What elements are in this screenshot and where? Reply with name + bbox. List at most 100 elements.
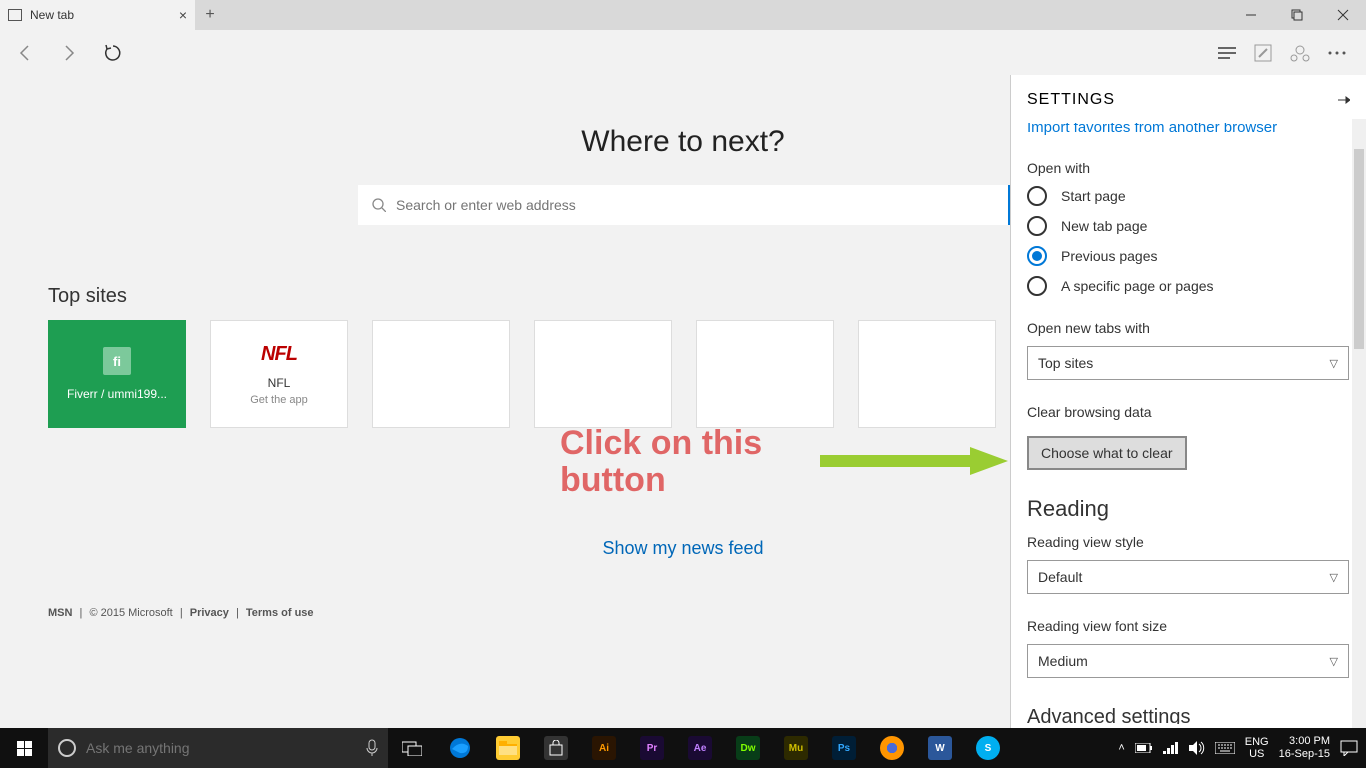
app-edge[interactable]	[436, 728, 484, 768]
open-tabs-label: Open new tabs with	[1027, 320, 1350, 336]
lang-code: ENG	[1245, 736, 1269, 748]
webnote-icon[interactable]	[1254, 44, 1272, 62]
start-button[interactable]	[0, 728, 48, 768]
page-icon	[8, 9, 22, 21]
system-tray: ˄ ENG US 3:00 PM 16-Sep-15	[1118, 735, 1366, 761]
share-icon[interactable]	[1290, 44, 1310, 62]
tab-close-icon[interactable]: ×	[179, 7, 187, 23]
terms-link[interactable]: Terms of use	[246, 607, 314, 619]
tutorial-annotation: Click on this button	[560, 425, 762, 500]
tile-empty[interactable]	[372, 320, 510, 428]
radio-previous-pages[interactable]: Previous pages	[1027, 246, 1350, 266]
taskbar-apps: Ai Pr Ae Dw Mu Ps W S	[388, 728, 1012, 768]
tray-keyboard-icon[interactable]	[1215, 742, 1235, 754]
reading-style-select[interactable]: Default ▽	[1027, 560, 1349, 594]
tile-empty[interactable]	[696, 320, 834, 428]
tile-empty[interactable]	[534, 320, 672, 428]
back-button[interactable]	[10, 38, 40, 68]
minimize-button[interactable]	[1228, 0, 1274, 30]
tile-empty[interactable]	[858, 320, 996, 428]
fiverr-icon: fi	[103, 347, 131, 375]
app-firefox[interactable]	[868, 728, 916, 768]
cortana-icon	[58, 739, 76, 757]
new-tab-button[interactable]: +	[195, 0, 225, 30]
app-skype[interactable]: S	[964, 728, 1012, 768]
app-explorer[interactable]	[484, 728, 532, 768]
select-value: Medium	[1038, 653, 1088, 669]
cortana-search[interactable]	[48, 728, 388, 768]
radio-icon	[1027, 246, 1047, 266]
radio-icon	[1027, 216, 1047, 236]
app-word[interactable]: W	[916, 728, 964, 768]
pin-icon[interactable]	[1336, 93, 1350, 107]
tile-label: Fiverr / ummi199...	[67, 387, 167, 401]
msn-link[interactable]: MSN	[48, 607, 72, 619]
maximize-button[interactable]	[1274, 0, 1320, 30]
tutorial-arrow-icon	[820, 447, 1010, 487]
nfl-icon: NFL	[261, 343, 297, 366]
close-window-button[interactable]	[1320, 0, 1366, 30]
radio-label: Previous pages	[1061, 248, 1158, 264]
address-search-bar[interactable]	[358, 185, 1008, 225]
app-muse[interactable]: Mu	[772, 728, 820, 768]
open-tabs-select[interactable]: Top sites ▽	[1027, 346, 1349, 380]
reading-style-label: Reading view style	[1027, 534, 1350, 550]
browser-toolbar	[0, 30, 1366, 75]
lang-region: US	[1245, 748, 1269, 760]
task-view-button[interactable]	[388, 728, 436, 768]
app-photoshop[interactable]: Ps	[820, 728, 868, 768]
tray-clock[interactable]: 3:00 PM 16-Sep-15	[1279, 735, 1330, 761]
clear-data-label: Clear browsing data	[1027, 404, 1350, 420]
taskbar: Ai Pr Ae Dw Mu Ps W S ˄ ENG US 3:00 PM 1…	[0, 728, 1366, 768]
browser-tab[interactable]: New tab ×	[0, 0, 195, 30]
tile-subtitle: Get the app	[250, 394, 308, 406]
app-dreamweaver[interactable]: Dw	[724, 728, 772, 768]
radio-icon	[1027, 186, 1047, 206]
radio-label: A specific page or pages	[1061, 278, 1214, 294]
windows-icon	[17, 741, 32, 756]
scrollbar-thumb[interactable]	[1354, 149, 1364, 349]
settings-title: SETTINGS	[1027, 91, 1336, 109]
advanced-settings-heading: Advanced settings	[1027, 706, 1350, 724]
app-premiere[interactable]: Pr	[628, 728, 676, 768]
cortana-input[interactable]	[86, 740, 356, 756]
tile-label: NFL	[268, 376, 291, 390]
tile-nfl[interactable]: NFL NFL Get the app	[210, 320, 348, 428]
radio-new-tab-page[interactable]: New tab page	[1027, 216, 1350, 236]
reading-heading: Reading	[1027, 496, 1350, 522]
action-center-icon[interactable]	[1340, 740, 1358, 756]
radio-specific-page[interactable]: A specific page or pages	[1027, 276, 1350, 296]
radio-label: New tab page	[1061, 218, 1147, 234]
clock-date: 16-Sep-15	[1279, 748, 1330, 761]
annotation-line2: button	[560, 462, 762, 499]
tray-language[interactable]: ENG US	[1245, 736, 1269, 760]
more-icon[interactable]	[1328, 51, 1346, 55]
microphone-icon[interactable]	[366, 739, 378, 757]
window-controls	[1228, 0, 1366, 30]
import-favorites-link[interactable]: Import favorites from another browser	[1027, 123, 1350, 136]
clock-time: 3:00 PM	[1279, 735, 1330, 748]
app-aftereffects[interactable]: Ae	[676, 728, 724, 768]
copyright-text: © 2015 Microsoft	[89, 607, 172, 619]
hub-icon[interactable]	[1218, 46, 1236, 60]
reading-size-label: Reading view font size	[1027, 618, 1350, 634]
reading-size-select[interactable]: Medium ▽	[1027, 644, 1349, 678]
privacy-link[interactable]: Privacy	[190, 607, 229, 619]
settings-scrollbar[interactable]	[1352, 119, 1366, 728]
settings-panel: SETTINGS Import favorites from another b…	[1010, 75, 1366, 728]
tray-chevron-icon[interactable]: ˄	[1118, 742, 1124, 754]
app-store[interactable]	[532, 728, 580, 768]
tray-volume-icon[interactable]	[1189, 741, 1205, 755]
search-input[interactable]	[396, 197, 994, 213]
titlebar: New tab × +	[0, 0, 1366, 30]
tray-battery-icon[interactable]	[1135, 743, 1153, 753]
select-value: Top sites	[1038, 355, 1093, 371]
tray-network-icon[interactable]	[1163, 742, 1179, 754]
app-illustrator[interactable]: Ai	[580, 728, 628, 768]
radio-start-page[interactable]: Start page	[1027, 186, 1350, 206]
forward-button[interactable]	[54, 38, 84, 68]
radio-icon	[1027, 276, 1047, 296]
reload-button[interactable]	[98, 38, 128, 68]
tile-fiverr[interactable]: fi Fiverr / ummi199...	[48, 320, 186, 428]
choose-what-to-clear-button[interactable]: Choose what to clear	[1027, 436, 1187, 470]
